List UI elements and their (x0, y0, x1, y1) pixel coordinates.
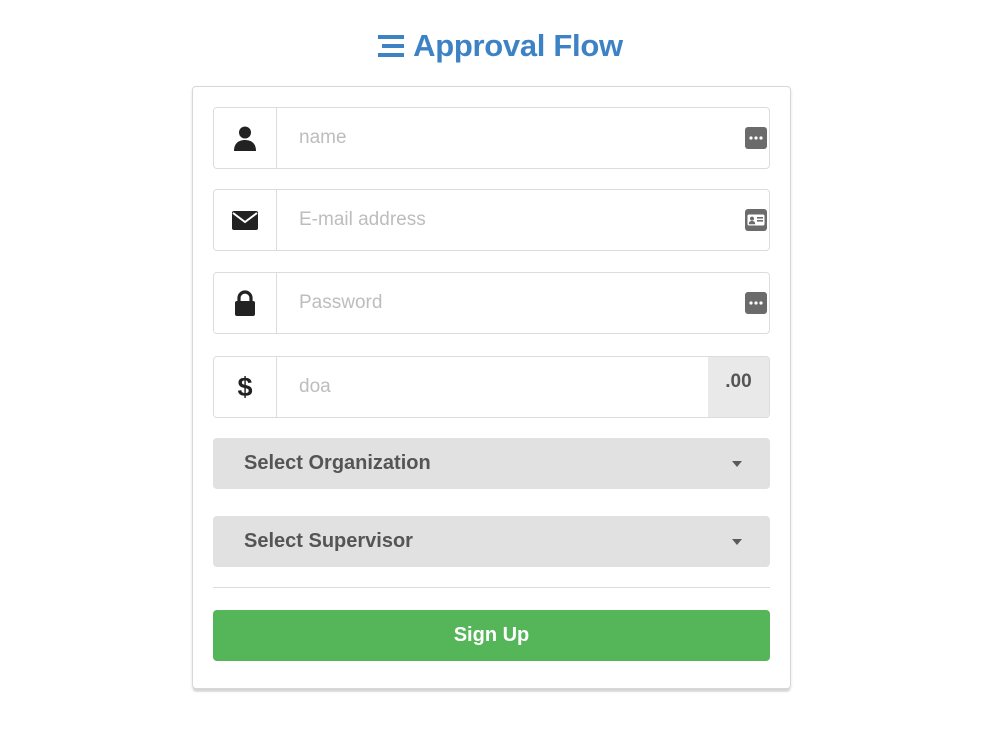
organization-select-label: Select Organization (244, 452, 431, 474)
doa-input[interactable] (277, 357, 708, 417)
caret-down-icon (732, 460, 742, 467)
envelope-icon (232, 211, 258, 230)
user-icon (234, 126, 256, 151)
supervisor-select-label: Select Supervisor (244, 530, 413, 552)
sign-up-button[interactable]: Sign Up (213, 610, 770, 661)
dollar-icon: $ (237, 373, 252, 401)
password-addon (214, 273, 277, 333)
signup-card: $ .00 Select Organization Select Supervi… (192, 86, 791, 689)
email-addon (214, 190, 277, 250)
name-field-group (213, 107, 770, 169)
divider (213, 587, 770, 588)
lock-icon (235, 290, 255, 316)
header: Approval Flow (0, 26, 1000, 66)
ellipsis-badge-icon[interactable] (745, 127, 767, 149)
id-card-icon[interactable] (745, 209, 767, 231)
ellipsis-badge-icon[interactable] (745, 292, 767, 314)
doa-field-group: $ .00 (213, 356, 770, 418)
name-input[interactable] (277, 108, 745, 168)
email-field-group (213, 189, 770, 251)
caret-down-icon (732, 538, 742, 545)
password-input[interactable] (277, 273, 745, 333)
doa-addon: $ (214, 357, 277, 417)
svg-text:$: $ (237, 373, 252, 401)
email-input[interactable] (277, 190, 745, 250)
organization-select[interactable]: Select Organization (213, 438, 770, 489)
password-field-group (213, 272, 770, 334)
supervisor-select[interactable]: Select Supervisor (213, 516, 770, 567)
doa-suffix: .00 (708, 357, 769, 417)
brand: Approval Flow (377, 28, 623, 64)
bars-icon (378, 35, 405, 57)
app-title: Approval Flow (413, 28, 623, 63)
name-addon (214, 108, 277, 168)
